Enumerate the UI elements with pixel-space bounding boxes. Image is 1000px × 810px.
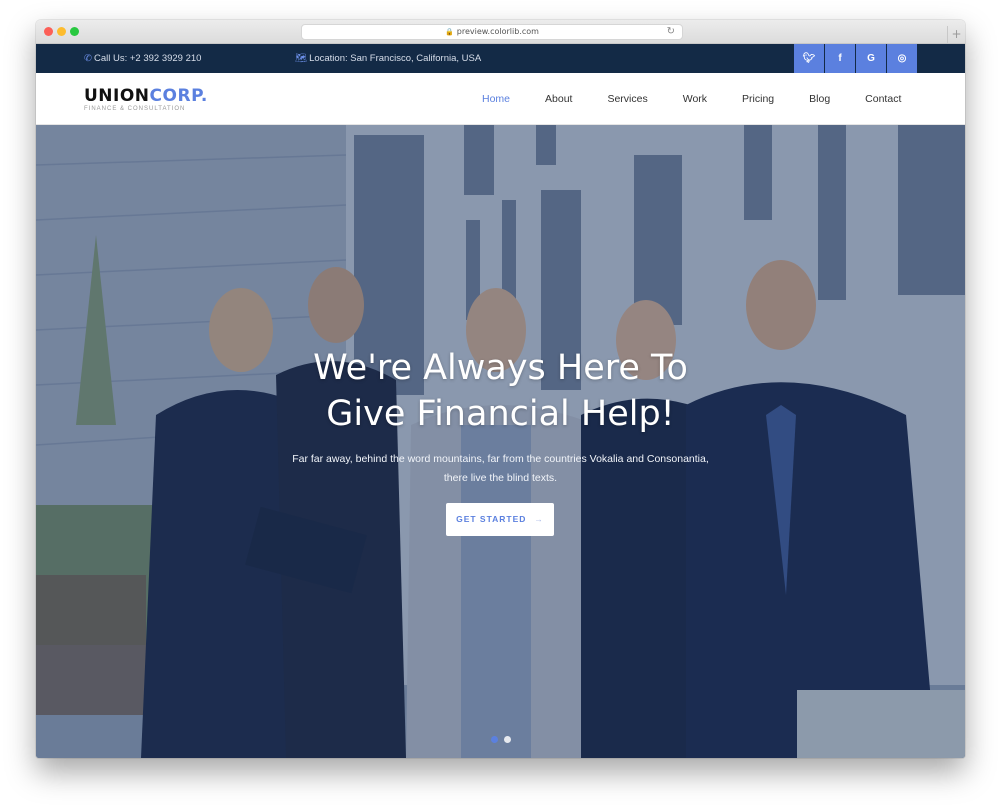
address-bar[interactable]: 🔒 preview.colorlib.com ↻ <box>301 24 683 40</box>
logo-tagline: FINANCE & CONSULTATION <box>84 106 186 112</box>
nav-item-services[interactable]: Services <box>607 93 647 105</box>
logo-part1: UNION <box>84 86 150 106</box>
nav-item-about[interactable]: About <box>545 93 572 105</box>
nav-item-contact[interactable]: Contact <box>865 93 901 105</box>
arrow-right-icon: → <box>534 514 544 524</box>
hero-title-line2: Give Financial Help! <box>326 394 675 434</box>
hero-subtitle-line2: there live the blind texts. <box>443 472 558 484</box>
hero-corner-block <box>797 690 965 758</box>
facebook-icon[interactable]: f <box>825 44 855 73</box>
reload-icon[interactable]: ↻ <box>667 25 675 39</box>
hero-subtitle-line1: Far far away, behind the word mountains,… <box>292 453 709 465</box>
location-info: 🗺 Location: San Francisco, California, US… <box>295 44 481 73</box>
logo-wordmark: UNIONCORP. <box>84 87 208 105</box>
slider-pagination <box>491 736 511 743</box>
main-navbar: UNIONCORP. FINANCE & CONSULTATION Home A… <box>36 73 965 125</box>
google-icon[interactable]: G <box>856 44 886 73</box>
nav-menu: Home About Services Work Pricing Blog Co… <box>482 73 936 125</box>
twitter-icon[interactable]: 🐦︎ <box>794 44 824 73</box>
lock-icon: 🔒 <box>445 28 454 36</box>
slide-dot-2[interactable] <box>504 736 511 743</box>
nav-item-home[interactable]: Home <box>482 93 510 105</box>
hero-section: We're Always Here To Give Financial Help… <box>36 125 965 758</box>
minimize-window-button[interactable] <box>57 27 66 36</box>
browser-window: 🔒 preview.colorlib.com ↻ + ✆ Call Us: +2 3… <box>36 20 965 758</box>
hero-subtitle: Far far away, behind the word mountains,… <box>36 450 965 488</box>
location-text: Location: San Francisco, California, USA <box>309 53 482 64</box>
map-icon: 🗺 <box>295 53 308 64</box>
hero-title: We're Always Here To Give Financial Help… <box>36 345 965 437</box>
url-text: preview.colorlib.com <box>456 27 539 36</box>
nav-item-pricing[interactable]: Pricing <box>742 93 774 105</box>
phone-info[interactable]: ✆ Call Us: +2 392 3929 210 <box>84 44 201 73</box>
nav-item-blog[interactable]: Blog <box>809 93 830 105</box>
maximize-window-button[interactable] <box>70 27 79 36</box>
close-window-button[interactable] <box>44 27 53 36</box>
slide-dot-1[interactable] <box>491 736 498 743</box>
instagram-icon[interactable]: ◎ <box>887 44 917 73</box>
social-links: 🐦︎ f G ◎ <box>794 44 917 73</box>
site-logo[interactable]: UNIONCORP. FINANCE & CONSULTATION <box>84 87 208 112</box>
phone-text: Call Us: +2 392 3929 210 <box>93 53 202 64</box>
hero-title-line1: We're Always Here To <box>313 348 688 388</box>
nav-item-work[interactable]: Work <box>683 93 707 105</box>
get-started-button[interactable]: GET STARTED → <box>446 503 554 536</box>
top-info-bar: ✆ Call Us: +2 392 3929 210 🗺 Location: San… <box>36 44 965 73</box>
logo-part2: CORP. <box>149 86 208 106</box>
browser-toolbar: 🔒 preview.colorlib.com ↻ + <box>36 20 965 44</box>
new-tab-button[interactable]: + <box>947 26 965 44</box>
hero-overlay <box>36 125 965 758</box>
get-started-label: GET STARTED <box>456 514 527 524</box>
phone-icon: ✆ <box>84 53 92 64</box>
